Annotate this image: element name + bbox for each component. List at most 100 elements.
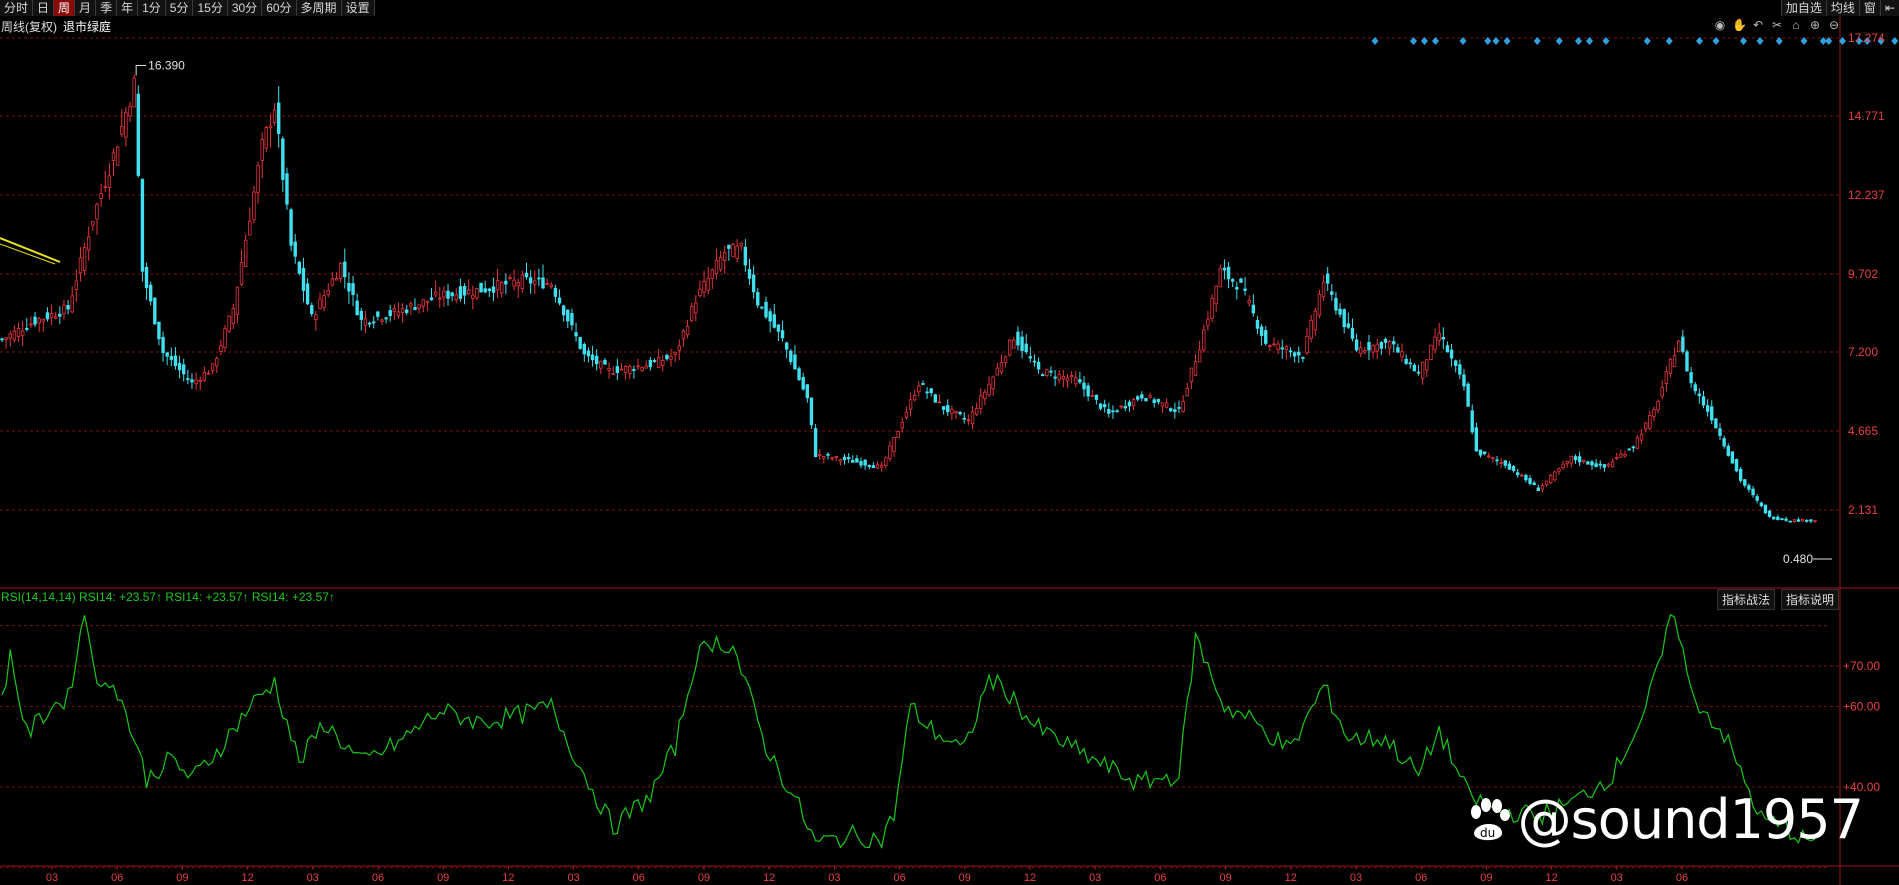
- candle-body: [784, 342, 789, 350]
- candle-body: [1177, 407, 1181, 409]
- candle-body: [1243, 288, 1247, 291]
- candle-body: [1239, 278, 1243, 283]
- candle-body: [264, 127, 269, 149]
- period-tab-6[interactable]: 1分: [138, 0, 166, 16]
- candle-body: [1813, 520, 1817, 523]
- candle: [140, 178, 145, 282]
- candle-body: [1734, 458, 1739, 472]
- period-tab-1[interactable]: 日: [33, 0, 55, 16]
- period-tab-0[interactable]: 分时: [0, 0, 34, 16]
- candle-body: [495, 280, 500, 291]
- candle-body: [1623, 453, 1627, 457]
- candle: [115, 145, 120, 166]
- candle-body: [318, 298, 322, 310]
- candle-body: [74, 280, 79, 290]
- candle-body: [987, 383, 991, 396]
- candle-body: [1776, 516, 1780, 520]
- candle-body: [471, 294, 475, 299]
- candle-body: [1594, 463, 1598, 468]
- candle: [1788, 520, 1792, 523]
- x-tick-label: 06: [1676, 872, 1688, 884]
- candle-body: [1111, 410, 1115, 413]
- candle-body: [1495, 459, 1499, 462]
- candle-body: [1454, 360, 1458, 366]
- chart-canvas[interactable]: 17.274 14.771 12.237 9.702 7.200 4.665 2.131 +7…: [0, 0, 1899, 885]
- candle-body: [1020, 336, 1024, 351]
- candle-body: [1689, 372, 1693, 384]
- candle-body: [1136, 396, 1140, 400]
- period-tab-7[interactable]: 5分: [165, 0, 194, 16]
- candle: [1677, 339, 1681, 353]
- period-tab-4[interactable]: 季: [96, 0, 118, 16]
- candle-body: [1292, 352, 1297, 357]
- candle-body: [1416, 371, 1421, 374]
- hand-icon[interactable]: ✋: [1732, 18, 1747, 32]
- candle-body: [413, 307, 417, 310]
- candle-body: [210, 363, 215, 371]
- candle-body: [1160, 402, 1165, 407]
- candle-body: [1482, 451, 1487, 455]
- zoom-in-icon[interactable]: ⊕: [1808, 18, 1822, 32]
- eye-icon[interactable]: ◉: [1713, 18, 1727, 32]
- candle-body: [483, 288, 487, 293]
- zoom-out-icon[interactable]: ⊖: [1827, 18, 1841, 32]
- lock-icon[interactable]: ⌂: [1789, 18, 1803, 32]
- candle-body: [305, 283, 310, 305]
- candle-body: [326, 290, 330, 296]
- candle-body: [1305, 335, 1309, 354]
- period-tab-8[interactable]: 15分: [193, 0, 228, 16]
- candle: [227, 315, 231, 334]
- period-tab-2[interactable]: 周: [54, 0, 76, 16]
- candle-body: [1074, 377, 1078, 385]
- candle-body: [995, 367, 999, 376]
- right-toolbar-button-1[interactable]: 均线: [1825, 0, 1859, 16]
- candle-body: [933, 394, 938, 403]
- candle: [297, 260, 302, 276]
- candle-body: [215, 358, 219, 367]
- candle-body: [1181, 401, 1185, 412]
- candle-body: [665, 354, 669, 360]
- period-tab-3[interactable]: 月: [75, 0, 97, 16]
- candle-body: [272, 109, 277, 124]
- candle-body: [49, 313, 54, 318]
- candle-body: [570, 313, 574, 326]
- candle-body: [1590, 461, 1594, 466]
- right-toolbar-button-0[interactable]: 加自选: [1780, 0, 1826, 16]
- candle-body: [1400, 351, 1404, 358]
- candle-body: [1648, 414, 1652, 429]
- rsi-tick-label: +60.00: [1843, 699, 1880, 713]
- period-tab-5[interactable]: 年: [117, 0, 139, 16]
- right-toolbar-button-2[interactable]: 窗: [1858, 0, 1880, 16]
- candle-body: [1718, 428, 1722, 436]
- candle-body: [1693, 384, 1697, 392]
- period-tab-11[interactable]: 多周期: [296, 0, 342, 16]
- candle-body: [1615, 456, 1619, 459]
- scissors-icon[interactable]: ✂: [1770, 18, 1784, 32]
- candle-body: [566, 309, 570, 322]
- candle-body: [813, 428, 818, 458]
- period-tab-12[interactable]: 设置: [341, 0, 375, 16]
- exit-icon[interactable]: ⇤: [1879, 0, 1899, 16]
- candle-body: [1487, 455, 1491, 458]
- candle-body: [1705, 405, 1710, 412]
- candle-body: [1338, 308, 1342, 315]
- candle-body: [1800, 518, 1805, 522]
- candle-body: [1565, 461, 1569, 464]
- price-tick-label: 7.200: [1848, 345, 1878, 359]
- x-tick-label: 12: [763, 872, 775, 884]
- period-tab-10[interactable]: 60分: [262, 0, 297, 16]
- candle-body: [1697, 393, 1702, 397]
- candle-body: [91, 220, 95, 226]
- candle-body: [974, 408, 979, 415]
- candle-body: [1152, 399, 1156, 404]
- indicator-help-button[interactable]: 指标说明: [1780, 589, 1839, 610]
- candle-body: [1086, 385, 1090, 397]
- period-tab-9[interactable]: 30分: [227, 0, 263, 16]
- indicator-strategy-button[interactable]: 指标战法: [1716, 589, 1775, 610]
- undo-icon[interactable]: ↶: [1751, 18, 1765, 32]
- candle-body: [1714, 418, 1718, 429]
- candle-body: [367, 322, 372, 325]
- candle-body: [983, 391, 987, 399]
- candle-body: [822, 456, 826, 459]
- candle-body: [925, 391, 929, 394]
